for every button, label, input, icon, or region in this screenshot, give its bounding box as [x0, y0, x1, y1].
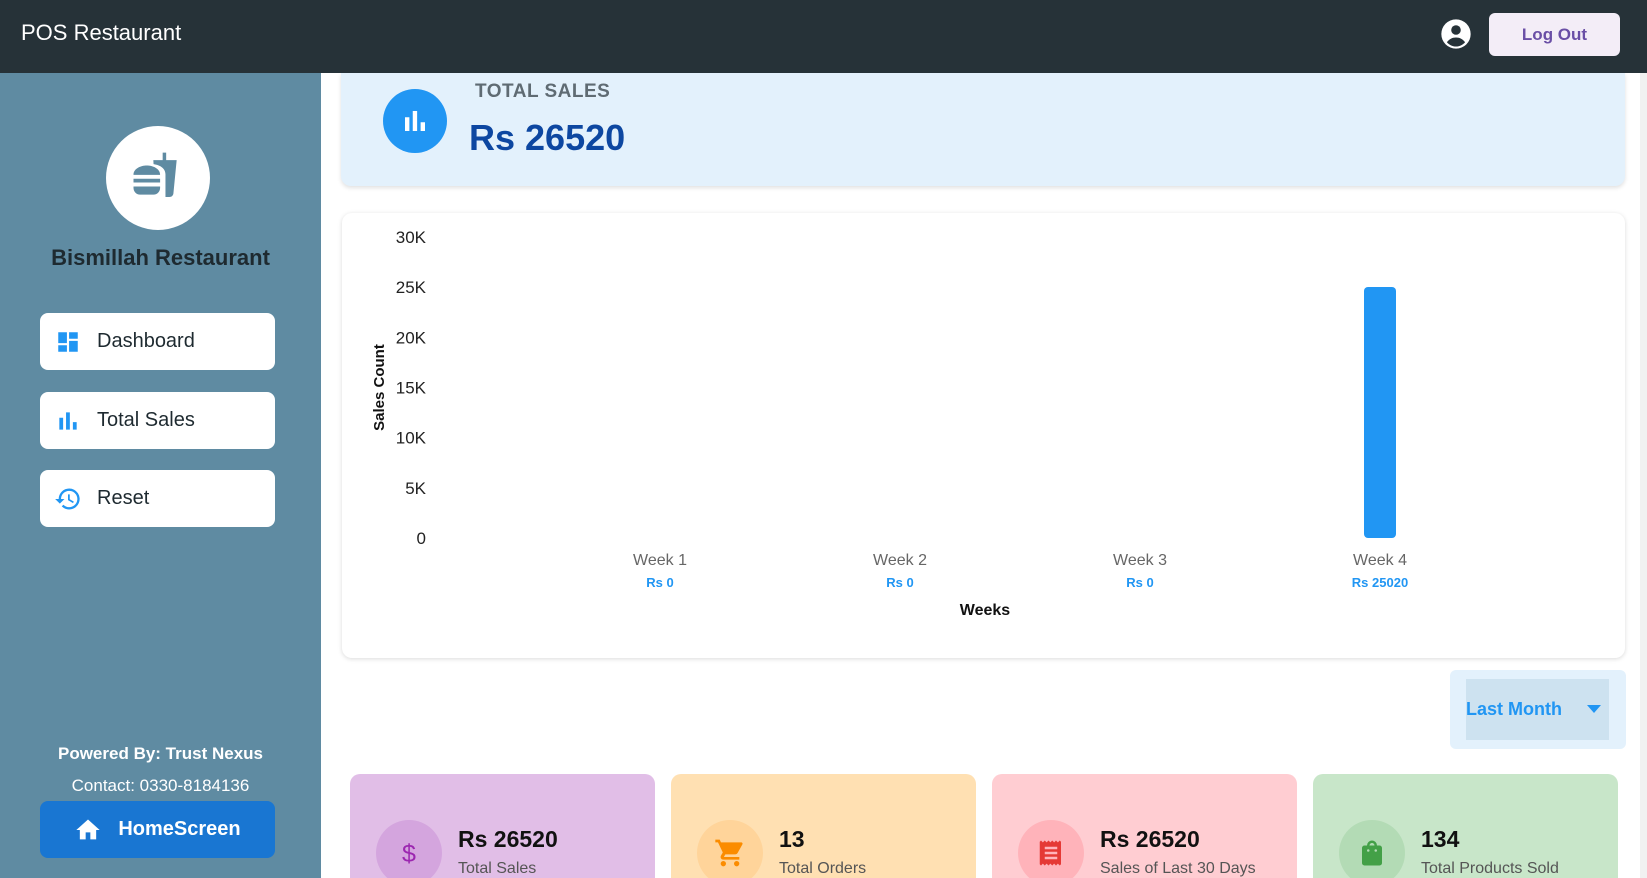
- total-sales-card: TOTAL SALES Rs 26520: [341, 73, 1625, 186]
- y-tick-label: 25K: [396, 278, 427, 297]
- stat-label: Total Orders: [779, 860, 867, 877]
- period-select[interactable]: Last Month: [1466, 679, 1609, 740]
- stat-value: Rs 26520: [458, 826, 558, 852]
- stat-value: 13: [779, 826, 805, 852]
- bar: [1364, 286, 1396, 538]
- bar-chart-icon: [383, 89, 447, 153]
- x-tick-label: Week 4: [1353, 552, 1407, 569]
- stat-label: Total Sales: [458, 860, 537, 877]
- weekly-sales-chart: 0 5K 10K 15K 20K 25K 30K Sales Count Week 1 Rs 0 W…: [342, 213, 1625, 658]
- data-label: Rs 0: [1126, 575, 1153, 590]
- dollar-icon: $: [376, 820, 442, 878]
- sidebar-item-label: Dashboard: [97, 330, 195, 352]
- cart-icon: [697, 820, 763, 878]
- sidebar-item-reset[interactable]: Reset: [40, 470, 275, 527]
- y-tick-label: 15K: [396, 379, 427, 398]
- stat-label: Total Products Sold: [1421, 860, 1559, 877]
- restaurant-logo: [106, 126, 210, 230]
- app-title: POS Restaurant: [21, 20, 182, 45]
- x-tick-label: Week 2: [873, 552, 927, 569]
- stat-value: 134: [1421, 826, 1460, 852]
- stat-value: Rs 26520: [1100, 826, 1200, 852]
- x-tick-label: Week 1: [633, 552, 687, 569]
- sidebar-item-label: Reset: [97, 487, 150, 509]
- svg-text:$: $: [402, 840, 416, 868]
- stat-card-total-sales: $ Rs 26520 Total Sales: [350, 774, 655, 878]
- top-app-bar: POS Restaurant Log Out: [0, 0, 1647, 73]
- data-label: Rs 0: [886, 575, 913, 590]
- total-sales-label: TOTAL SALES: [475, 81, 611, 102]
- scrollbar[interactable]: [1640, 73, 1647, 878]
- account-circle-icon[interactable]: [1440, 18, 1472, 50]
- period-select-value: Last Month: [1466, 699, 1562, 719]
- logout-button[interactable]: Log Out: [1489, 13, 1620, 56]
- homescreen-label: HomeScreen: [118, 818, 241, 840]
- period-selector-container: Last Month: [1450, 670, 1626, 749]
- stat-card-total-orders: 13 Total Orders: [671, 774, 976, 878]
- restore-icon: [53, 484, 83, 514]
- home-icon: [74, 816, 102, 844]
- y-tick-label: 5K: [405, 479, 426, 498]
- stat-card-sales-30-days: Rs 26520 Sales of Last 30 Days: [992, 774, 1297, 878]
- x-axis-label: Weeks: [960, 602, 1011, 619]
- y-tick-label: 30K: [396, 228, 427, 247]
- data-label: Rs 25020: [1352, 575, 1408, 590]
- homescreen-button[interactable]: HomeScreen: [40, 801, 275, 858]
- receipt-icon: [1018, 820, 1084, 878]
- y-tick-label: 20K: [396, 328, 427, 347]
- bar-chart: 0 5K 10K 15K 20K 25K 30K Sales Count Week 1 Rs 0 W…: [371, 228, 1408, 619]
- sidebar-item-label: Total Sales: [97, 409, 195, 431]
- fastfood-icon: [130, 148, 186, 208]
- restaurant-name: Bismillah Restaurant: [51, 245, 270, 270]
- dashboard-icon: [53, 327, 83, 357]
- sidebar: Bismillah Restaurant Dashboard Total Sal…: [0, 73, 321, 878]
- shopping-bag-icon: [1339, 820, 1405, 878]
- sidebar-item-dashboard[interactable]: Dashboard: [40, 313, 275, 370]
- stat-label: Sales of Last 30 Days: [1100, 860, 1256, 877]
- powered-by-text: Powered By: Trust Nexus: [57, 744, 263, 763]
- stat-card-products-sold: 134 Total Products Sold: [1313, 774, 1618, 878]
- total-sales-value: Rs 26520: [469, 117, 626, 158]
- y-tick-label: 0: [417, 529, 426, 548]
- data-label: Rs 0: [646, 575, 673, 590]
- sidebar-item-total-sales[interactable]: Total Sales: [40, 392, 275, 449]
- x-tick-label: Week 3: [1113, 552, 1167, 569]
- y-axis-label: Sales Count: [371, 344, 388, 431]
- main-content: TOTAL SALES Rs 26520 0 5K 10K 15K 20K 25K 30K S…: [321, 73, 1647, 878]
- contact-text: Contact: 0330-8184136: [71, 776, 250, 795]
- bar-chart-icon: [53, 406, 83, 436]
- chevron-down-icon: [1587, 705, 1601, 713]
- y-tick-label: 10K: [396, 429, 427, 448]
